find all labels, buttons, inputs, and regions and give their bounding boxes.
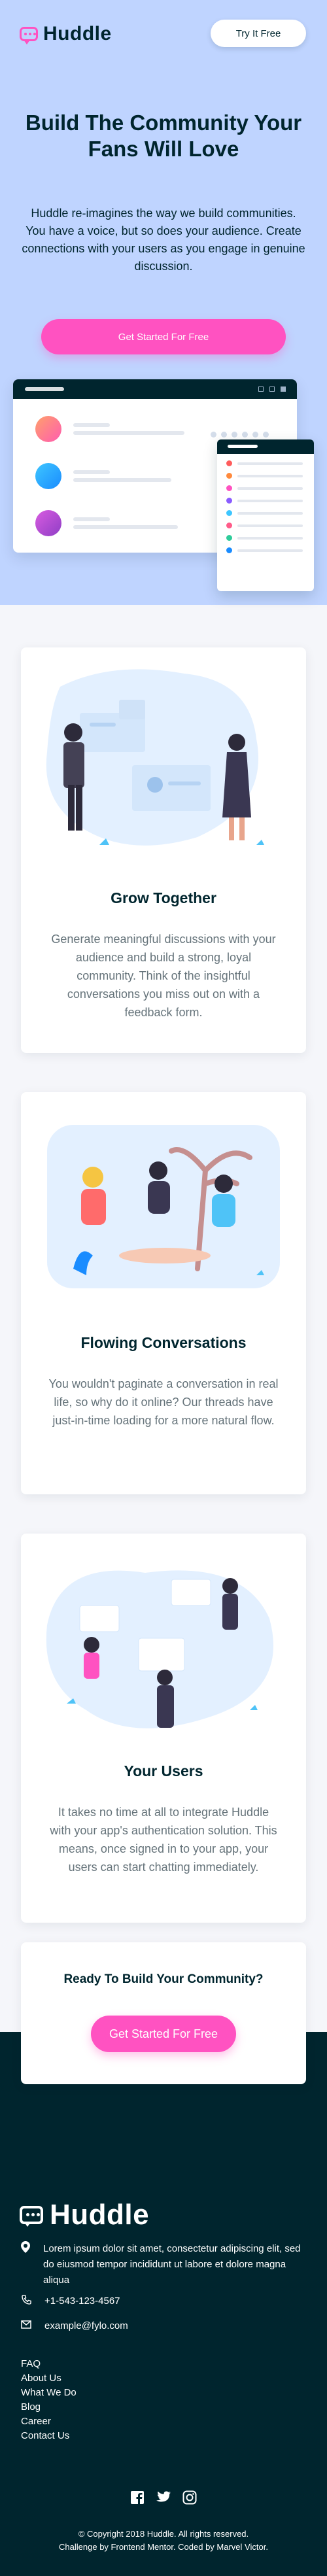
logo-text: Huddle <box>43 23 112 44</box>
footer-email: example@fylo.com <box>21 2320 128 2331</box>
dots-decoration <box>211 432 271 438</box>
footer-logo-text: Huddle <box>50 2199 150 2231</box>
flowing-conversations-illustration <box>47 1125 280 1288</box>
get-started-button[interactable]: Get Started For Free <box>41 319 286 354</box>
chat-bubble-icon <box>20 2206 43 2227</box>
footer-nav: FAQ About Us What We Do Blog Career Cont… <box>21 2357 77 2443</box>
hero-section: Huddle Try It Free Build The Community Y… <box>0 0 327 605</box>
feature-card-your-users: Your Users It takes no time at all to in… <box>21 1534 306 1923</box>
your-users-illustration <box>46 1570 273 1728</box>
chat-bubble-icon <box>20 27 38 44</box>
footer-link-what-we-do[interactable]: What We Do <box>21 2386 77 2400</box>
mobile-mockup-image <box>217 439 314 591</box>
get-started-button[interactable]: Get Started For Free <box>91 2016 236 2052</box>
copyright-text: © Copyright 2018 Huddle. All rights rese… <box>78 2529 249 2539</box>
feature-text: You wouldn't paginate a conversation in … <box>48 1377 279 1427</box>
feature-title: Your Users <box>124 1762 203 1779</box>
footer-link-about-us[interactable]: About Us <box>21 2371 77 2386</box>
credit-text: Challenge by Frontend Mentor. Coded by M… <box>59 2542 268 2552</box>
ready-cta-card: Ready To Build Your Community? Get Start… <box>21 1942 306 2084</box>
footer-link-blog[interactable]: Blog <box>21 2400 77 2414</box>
address-text: Lorem ipsum dolor sit amet, consectetur … <box>43 2243 301 2286</box>
feature-title: Flowing Conversations <box>80 1334 247 1351</box>
feature-title: Grow Together <box>111 889 216 906</box>
hero-text: Huddle re-imagines the way we build comm… <box>22 207 305 273</box>
footer-phone: +1-543-123-4567 <box>21 2295 120 2307</box>
instagram-icon[interactable] <box>182 2490 198 2505</box>
try-it-free-button[interactable]: Try It Free <box>211 20 306 47</box>
footer-logo[interactable]: Huddle <box>20 2199 149 2231</box>
phone-text[interactable]: +1-543-123-4567 <box>44 2295 120 2307</box>
feature-card-grow-together: Grow Together Generate meaningful discus… <box>21 647 306 1053</box>
footer-address: Lorem ipsum dolor sit amet, consectetur … <box>21 2241 309 2288</box>
facebook-icon[interactable] <box>129 2490 145 2505</box>
twitter-icon[interactable] <box>156 2490 171 2505</box>
feature-card-flowing-conversations: Flowing Conversations You wouldn't pagin… <box>21 1092 306 1494</box>
page: Huddle Try It Free Build The Community Y… <box>0 0 327 2576</box>
copyright: © Copyright 2018 Huddle. All rights rese… <box>0 2528 327 2554</box>
logo[interactable]: Huddle <box>20 23 112 45</box>
footer-link-contact-us[interactable]: Contact Us <box>21 2429 77 2443</box>
email-text[interactable]: example@fylo.com <box>44 2320 128 2331</box>
hero-title: Build The Community Your Fans Will Love <box>25 111 302 161</box>
footer-link-faq[interactable]: FAQ <box>21 2357 77 2371</box>
grow-together-illustration <box>46 669 264 846</box>
feature-text: It takes no time at all to integrate Hud… <box>50 1806 277 1874</box>
social-links <box>0 2490 327 2505</box>
phone-icon <box>21 2295 31 2307</box>
footer-link-career[interactable]: Career <box>21 2414 77 2429</box>
email-icon <box>21 2320 31 2331</box>
footer: Huddle Lorem ipsum dolor sit amet, conse… <box>0 2032 327 2576</box>
feature-text: Generate meaningful discussions with you… <box>51 933 276 1019</box>
ready-title: Ready To Build Your Community? <box>63 1972 264 1986</box>
location-icon <box>21 2241 30 2288</box>
